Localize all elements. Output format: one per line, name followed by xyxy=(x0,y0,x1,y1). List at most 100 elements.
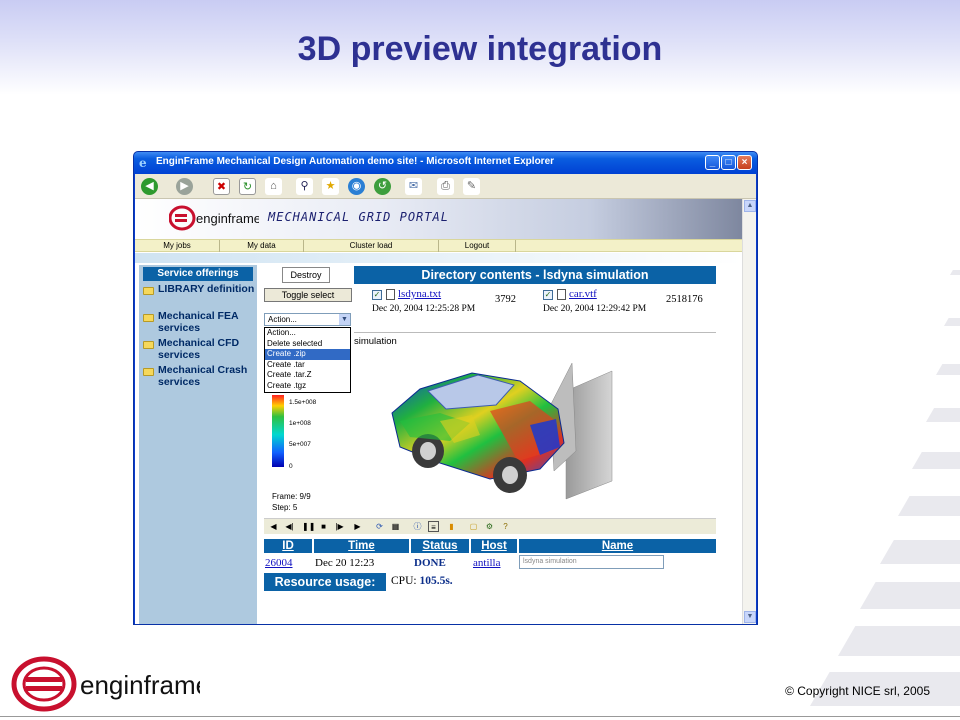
stop-icon[interactable]: ■ xyxy=(318,521,329,532)
file-link[interactable]: lsdyna.txt xyxy=(398,288,441,300)
file-checkbox[interactable]: ✓ xyxy=(543,290,553,300)
scroll-down-icon[interactable]: ▼ xyxy=(744,611,756,623)
settings-icon[interactable]: ⚙ xyxy=(484,521,495,532)
action-option[interactable]: Action... xyxy=(265,328,350,339)
action-dropdown: Action... Delete selected Create .zip Cr… xyxy=(264,327,351,393)
nav-my-jobs[interactable]: My jobs xyxy=(135,240,220,252)
action-select[interactable]: Action... ▼ xyxy=(264,313,351,326)
close-button[interactable]: × xyxy=(737,155,752,170)
file-link[interactable]: car.vtf xyxy=(569,288,597,300)
favorites-icon[interactable]: ★ xyxy=(322,178,339,195)
print-icon[interactable]: ⎙ xyxy=(437,178,454,195)
sidebar-item-label: Mechanical CFD services xyxy=(158,337,240,361)
page-viewport: enginframe MECHANICAL GRID PORTAL My job… xyxy=(135,199,742,624)
file-checkbox[interactable]: ✓ xyxy=(372,290,382,300)
sidebar-item-label: Mechanical FEA services xyxy=(158,310,239,334)
directory-header: Directory contents - lsdyna simulation xyxy=(354,266,716,284)
step-forward-icon[interactable]: |▶ xyxy=(334,521,345,532)
nav-my-data[interactable]: My data xyxy=(220,240,304,252)
legend-value: 5e+007 xyxy=(289,441,311,448)
step-readout: Step: 5 xyxy=(272,503,298,512)
file-size: 3792 xyxy=(495,294,516,305)
column-header-name[interactable]: Name xyxy=(519,539,716,553)
destroy-button[interactable]: Destroy xyxy=(282,267,330,283)
search-icon[interactable]: ⚲ xyxy=(296,178,313,195)
copyright-text: © Copyright NICE srl, 2005 xyxy=(785,684,930,698)
player-toolbar: ◀ ◀| ❚❚ ■ |▶ ▶ ⟳ ▦ ⓘ ≡ ▮ ▢ ⚙ ? xyxy=(264,518,716,534)
color-scale-icon[interactable]: ▮ xyxy=(446,521,457,532)
cpu-value: 105.5s. xyxy=(419,575,453,587)
legend-value: 0 xyxy=(289,463,293,470)
edit-icon[interactable]: ✎ xyxy=(463,178,480,195)
media-icon[interactable]: ◉ xyxy=(348,178,365,195)
home-icon[interactable]: ⌂ xyxy=(265,178,282,195)
column-header-time[interactable]: Time xyxy=(314,539,409,553)
nav-logout[interactable]: Logout xyxy=(439,240,516,252)
legend-value: 1e+008 xyxy=(289,420,311,427)
cpu-label: CPU: xyxy=(391,575,417,587)
job-host-link[interactable]: antilla xyxy=(473,557,501,569)
legend-icon[interactable]: ≡ xyxy=(428,521,439,532)
grid-icon[interactable]: ▦ xyxy=(390,521,401,532)
sidebar-item-cfd[interactable]: Mechanical CFD services xyxy=(143,337,255,363)
action-option[interactable]: Create .tar xyxy=(265,360,350,371)
job-id-link[interactable]: 26004 xyxy=(265,557,293,569)
crash-simulation-render[interactable] xyxy=(380,351,640,501)
scroll-up-icon[interactable]: ▲ xyxy=(744,200,756,212)
window-title: EnginFrame Mechanical Design Automation … xyxy=(156,156,555,167)
toggle-select-button[interactable]: Toggle select xyxy=(264,288,352,302)
action-option-selected[interactable]: Create .zip xyxy=(265,349,350,360)
footer-divider xyxy=(0,716,960,717)
legend-value: 1.5e+008 xyxy=(289,399,317,406)
sidebar-item-crash[interactable]: Mechanical Crash services xyxy=(143,364,255,390)
nav-cluster-load[interactable]: Cluster load xyxy=(304,240,439,252)
chevron-down-icon[interactable]: ▼ xyxy=(339,314,350,325)
portal-brand-text: enginframe xyxy=(196,211,259,226)
info-icon[interactable]: ⓘ xyxy=(412,521,423,532)
column-header-status[interactable]: Status xyxy=(411,539,469,553)
cpu-readout: CPU: 105.5s. xyxy=(391,575,453,587)
sidebar-item-label: Mechanical Crash services xyxy=(158,364,248,388)
sidebar-item-label: LIBRARY definition xyxy=(158,283,255,295)
action-option[interactable]: Create .tar.Z xyxy=(265,370,350,381)
file-date: Dec 20, 2004 12:25:28 PM xyxy=(372,304,476,314)
rewind-icon[interactable]: ◀ xyxy=(268,521,279,532)
ie-icon: e xyxy=(139,156,147,170)
column-header-host[interactable]: Host xyxy=(471,539,517,553)
footer-logo-text: enginframe xyxy=(80,670,200,700)
frame-readout: Frame: 9/9 xyxy=(272,492,311,501)
slide: 3D preview integration e EnginFrame Mech… xyxy=(0,0,960,720)
refresh-icon[interactable]: ↻ xyxy=(239,178,256,195)
divider xyxy=(354,332,716,333)
sidebar-heading: Service offerings xyxy=(143,267,253,281)
sidebar: Service offerings LIBRARY definition Mec… xyxy=(139,265,257,624)
play-icon[interactable]: ▶ xyxy=(352,521,363,532)
mail-icon[interactable]: ✉ xyxy=(405,178,422,195)
file-entry: ✓ car.vtf Dec 20, 2004 12:29:42 PM 25181… xyxy=(543,288,713,319)
window-titlebar[interactable]: e EnginFrame Mechanical Design Automatio… xyxy=(134,152,757,174)
step-back-icon[interactable]: ◀| xyxy=(284,521,295,532)
portal-header: enginframe MECHANICAL GRID PORTAL xyxy=(135,199,742,239)
rotate-icon[interactable]: ⟳ xyxy=(374,521,385,532)
column-header-id[interactable]: ID xyxy=(264,539,312,553)
sidebar-item-library[interactable]: LIBRARY definition xyxy=(143,283,255,309)
job-name-field[interactable]: lsdyna simulation xyxy=(519,555,664,569)
document-icon xyxy=(557,289,566,300)
forward-icon[interactable]: ▶ xyxy=(176,178,193,195)
enginframe-logo[interactable]: enginframe xyxy=(169,205,259,231)
file-date: Dec 20, 2004 12:29:42 PM xyxy=(543,304,647,314)
sidebar-item-fea[interactable]: Mechanical FEA services xyxy=(143,310,255,336)
back-icon[interactable]: ◀ xyxy=(141,178,158,195)
minimize-button[interactable]: _ xyxy=(705,155,720,170)
pause-icon[interactable]: ❚❚ xyxy=(302,521,315,532)
folder-icon xyxy=(143,341,154,349)
maximize-button[interactable]: □ xyxy=(721,155,736,170)
open-folder-icon[interactable]: ▢ xyxy=(468,521,479,532)
action-option[interactable]: Create .tgz xyxy=(265,381,350,392)
help-icon[interactable]: ? xyxy=(500,521,511,532)
stop-icon[interactable]: ✖ xyxy=(213,178,230,195)
header-band xyxy=(135,253,742,263)
history-icon[interactable]: ↺ xyxy=(374,178,391,195)
action-option[interactable]: Delete selected xyxy=(265,339,350,350)
vertical-scrollbar[interactable]: ▲ ▼ xyxy=(742,199,756,624)
